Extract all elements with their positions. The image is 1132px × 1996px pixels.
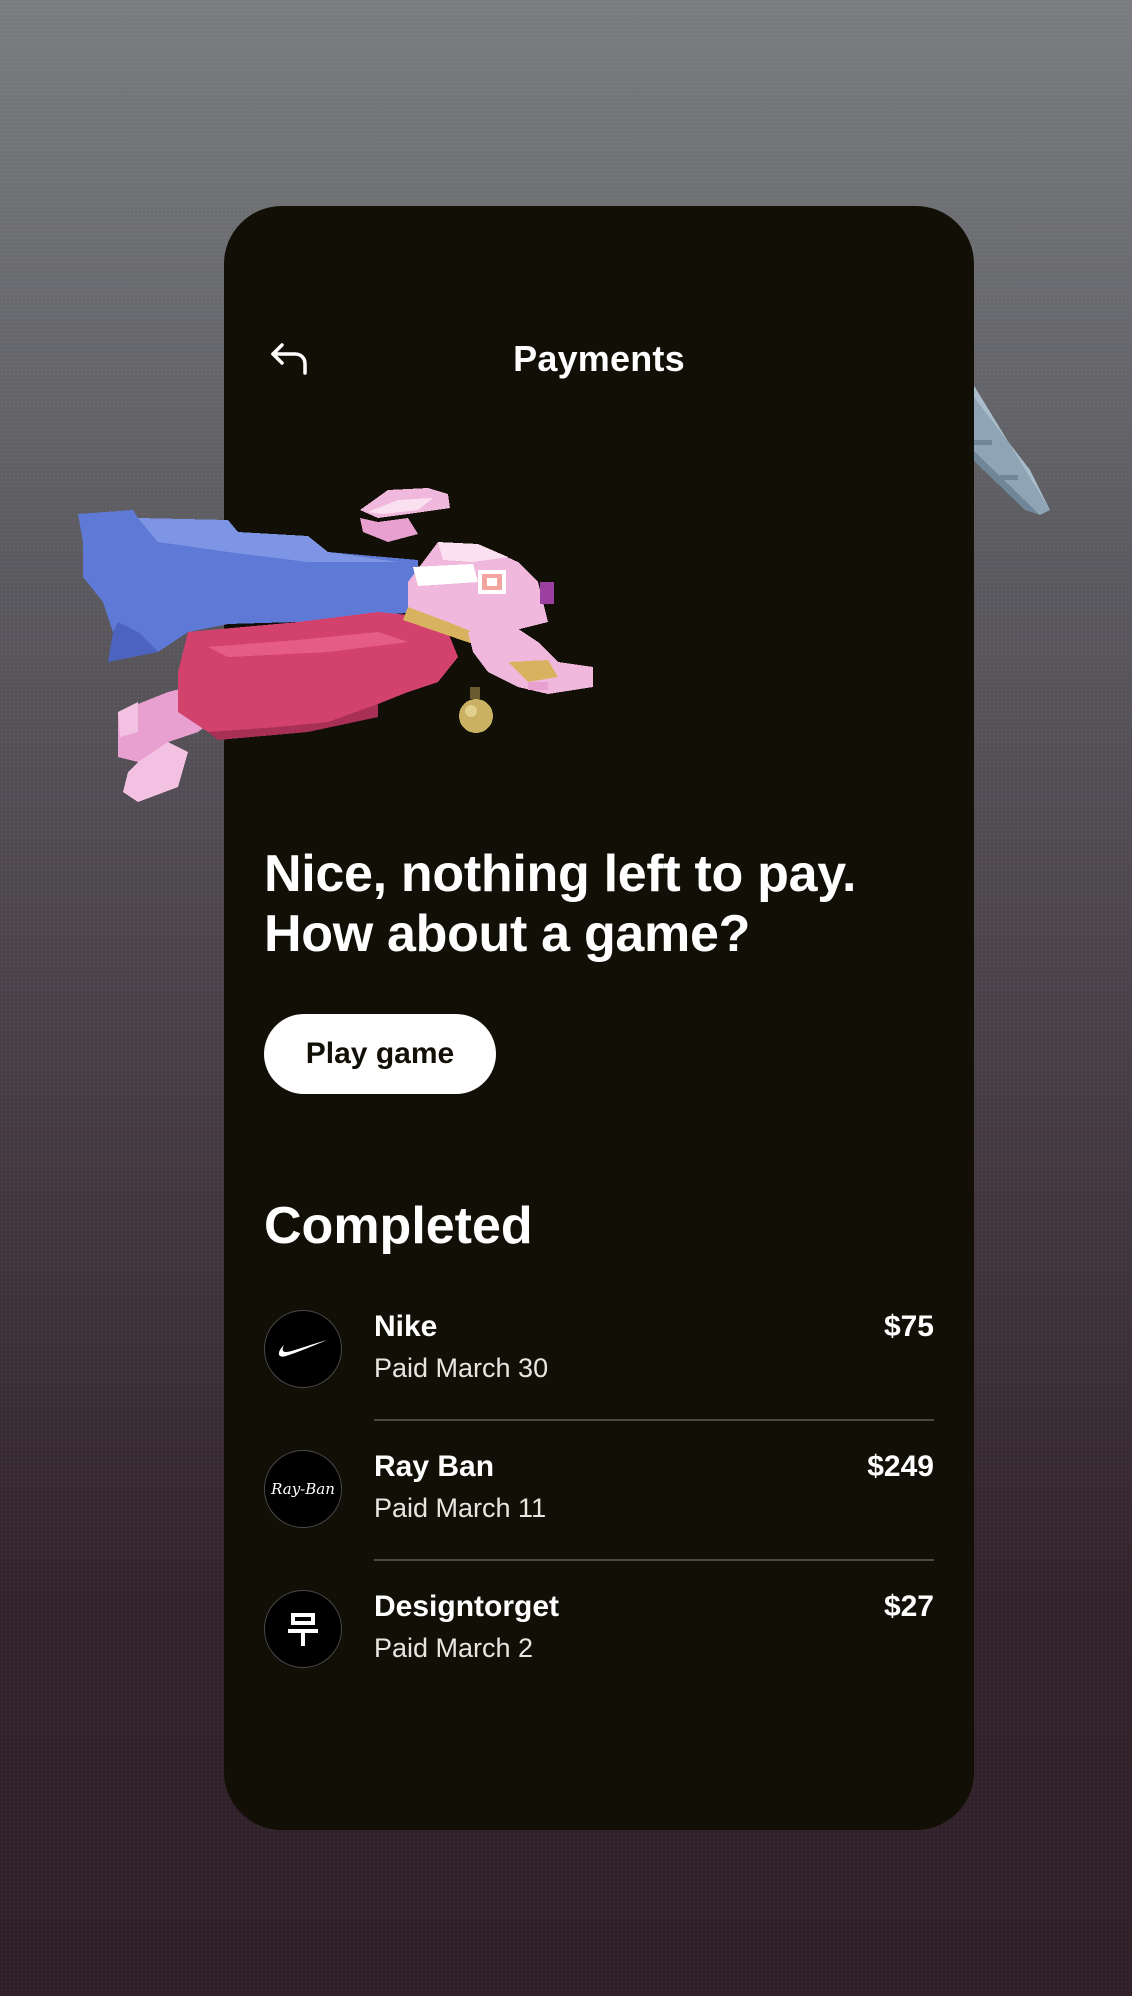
payment-amount: $249 (867, 1450, 934, 1483)
payment-amount: $75 (883, 1310, 934, 1343)
svg-text:Ray-Ban: Ray-Ban (270, 1480, 335, 1498)
completed-section-title: Completed (264, 1197, 533, 1255)
payments-screen: Payments Nice, nothing left to pay. How … (224, 206, 974, 1830)
payment-row-rayban[interactable]: Ray-Ban Ray Ban Paid March 11 $249 (264, 1442, 934, 1582)
payment-row-nike[interactable]: Nike Paid March 30 $75 (264, 1302, 934, 1442)
flying-rabbit-illustration (78, 488, 593, 802)
payment-merchant-name: Nike (374, 1310, 438, 1343)
row-divider (374, 1559, 934, 1561)
completed-payments-list: Nike Paid March 30 $75 Ray-Ban Ray Ban P… (264, 1302, 934, 1722)
payment-date: Paid March 30 (374, 1353, 549, 1383)
rayban-logo-icon: Ray-Ban (264, 1450, 342, 1528)
play-game-button[interactable]: Play game (264, 1014, 496, 1094)
hero-headline-line-1: Nice, nothing left to pay. (264, 845, 857, 903)
payment-amount: $27 (883, 1590, 934, 1623)
payment-merchant-name: Ray Ban (374, 1450, 495, 1483)
payment-date: Paid March 11 (374, 1493, 547, 1523)
payment-row-designtorget[interactable]: Designtorget Paid March 2 $27 (264, 1582, 934, 1722)
row-divider (374, 1419, 934, 1421)
hero-headline: Nice, nothing left to pay. How about a g… (264, 844, 944, 964)
page-title: Payments (513, 338, 685, 379)
nike-logo-icon (264, 1310, 342, 1388)
payment-date: Paid March 2 (374, 1633, 534, 1663)
payment-merchant-name: Designtorget (374, 1590, 560, 1623)
designtorget-logo-icon (264, 1590, 342, 1668)
hero-headline-line-2: How about a game? (264, 905, 751, 963)
